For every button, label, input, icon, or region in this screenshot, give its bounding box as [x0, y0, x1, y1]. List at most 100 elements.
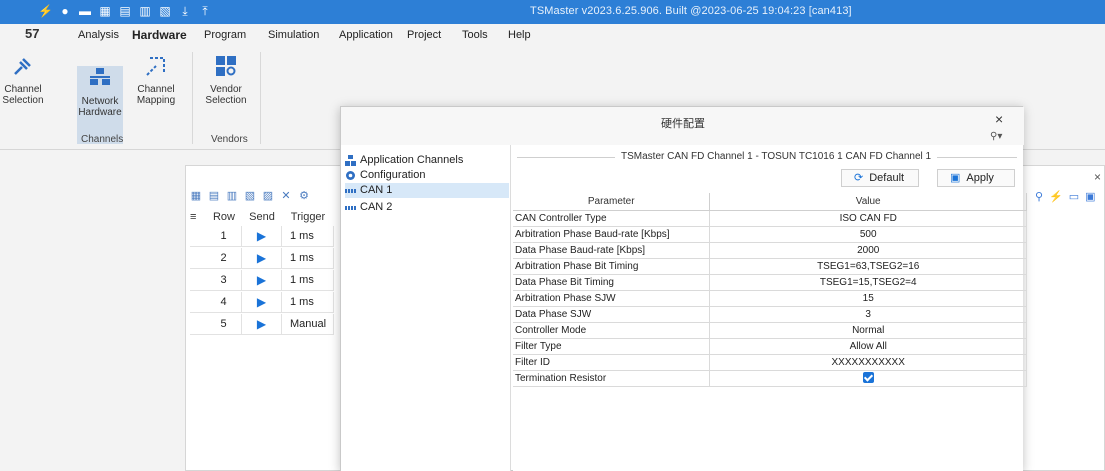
- layout-add-icon[interactable]: ▧: [158, 3, 172, 19]
- channel-config-pane: TSMaster CAN FD Channel 1 - TOSUN TC1016…: [513, 145, 1027, 471]
- param-value[interactable]: Normal: [709, 322, 1027, 339]
- table-row[interactable]: Data Phase Baud-rate [Kbps] 2000: [513, 242, 1027, 259]
- param-value[interactable]: 3: [709, 306, 1027, 323]
- apply-button[interactable]: ▣ Apply: [937, 169, 1015, 187]
- title-bar: ⚡ ● ▬ ▦ ▤ ▥ ▧ ⤓ ⤒ TSMaster v2023.6.25.90…: [0, 0, 1105, 24]
- record-icon[interactable]: ●: [58, 3, 72, 19]
- param-value[interactable]: TSEG1=63,TSEG2=16: [709, 258, 1027, 275]
- app-title: TSMaster v2023.6.25.906. Built @2023-06-…: [530, 5, 852, 17]
- menu-application[interactable]: Application: [339, 29, 393, 41]
- save-icon[interactable]: ▤: [118, 3, 132, 19]
- table-row[interactable]: 4 ▶ 1 ms: [190, 292, 334, 313]
- table-row[interactable]: 1 ▶ 1 ms: [190, 226, 334, 247]
- menu-hardware[interactable]: Hardware: [132, 28, 187, 42]
- table-row[interactable]: Arbitration Phase Bit Timing TSEG1=63,TSE…: [513, 258, 1027, 275]
- search-dropdown-icon[interactable]: ⚲▾: [990, 131, 1002, 142]
- menu-simulation[interactable]: Simulation: [268, 29, 319, 41]
- table-row[interactable]: 5 ▶ Manual: [190, 314, 334, 335]
- list-icon[interactable]: ▤: [208, 190, 220, 202]
- channel-group-title: TSMaster CAN FD Channel 1 - TOSUN TC1016…: [615, 151, 938, 162]
- upload-icon[interactable]: ⤒: [198, 3, 212, 19]
- table-row[interactable]: Termination Resistor: [513, 370, 1027, 387]
- refresh-icon: ⟳: [854, 172, 864, 184]
- app-channels-icon: [345, 155, 356, 166]
- dialog-title: 硬件配置: [661, 118, 705, 130]
- termination-checkbox-cell[interactable]: [709, 370, 1027, 387]
- group-separator: [260, 52, 261, 144]
- send-button[interactable]: ▶: [242, 226, 282, 247]
- export-icon[interactable]: ▨: [262, 190, 274, 202]
- add-icon[interactable]: ▦: [190, 190, 202, 202]
- trigger-cell[interactable]: 1 ms: [282, 226, 334, 247]
- param-value[interactable]: XXXXXXXXXXX: [709, 354, 1027, 371]
- table-row[interactable]: 3 ▶ 1 ms: [190, 270, 334, 291]
- channel-mapping-button[interactable]: Channel Mapping: [133, 54, 179, 106]
- search-icon[interactable]: ⚲: [1035, 190, 1043, 203]
- row-number: 3: [206, 270, 242, 291]
- menu-project[interactable]: Project: [407, 29, 441, 41]
- send-button[interactable]: ▶: [242, 270, 282, 291]
- window-icon[interactable]: ▭: [1069, 190, 1079, 203]
- param-value[interactable]: Allow All: [709, 338, 1027, 355]
- param-name: Data Phase Baud-rate [Kbps]: [513, 242, 711, 259]
- copy-icon[interactable]: ▣: [1085, 190, 1095, 203]
- tree-item-application-channels[interactable]: Application Channels: [345, 153, 463, 168]
- chat-icon[interactable]: ▬: [78, 3, 92, 19]
- row-number: 5: [206, 314, 242, 335]
- tree-item-can-2[interactable]: CAN 2: [345, 200, 392, 215]
- trigger-cell[interactable]: 1 ms: [282, 270, 334, 291]
- trigger-cell[interactable]: 1 ms: [282, 248, 334, 269]
- lightning-icon[interactable]: ⚡: [1049, 190, 1063, 203]
- layout-icon[interactable]: ▥: [138, 3, 152, 19]
- menu-analysis[interactable]: Analysis: [78, 29, 119, 41]
- panel-close-button[interactable]: ×: [1094, 170, 1101, 184]
- vendor-selection-button[interactable]: Vendor Selection: [203, 54, 249, 106]
- menu-program[interactable]: Program: [204, 29, 246, 41]
- trigger-cell[interactable]: 1 ms: [282, 292, 334, 313]
- table-row[interactable]: Data Phase SJW 3: [513, 306, 1027, 323]
- param-value[interactable]: TSEG1=15,TSEG2=4: [709, 274, 1027, 291]
- table-row[interactable]: 2 ▶ 1 ms: [190, 248, 334, 269]
- lightning-icon[interactable]: ⚡: [38, 3, 53, 19]
- table-row[interactable]: Controller Mode Normal: [513, 322, 1027, 339]
- default-button[interactable]: ⟳ Default: [841, 169, 919, 187]
- group-separator: [192, 52, 193, 144]
- paste-icon[interactable]: ▧: [244, 190, 256, 202]
- grid-icon[interactable]: ▦: [98, 3, 112, 19]
- send-button[interactable]: ▶: [242, 314, 282, 335]
- param-value[interactable]: ISO CAN FD: [709, 210, 1027, 227]
- param-value[interactable]: 2000: [709, 242, 1027, 259]
- table-row[interactable]: Arbitration Phase SJW 15: [513, 290, 1027, 307]
- vendor-icon: [216, 56, 236, 76]
- tree-item-configuration[interactable]: Configuration: [345, 168, 425, 183]
- app-logo[interactable]: 57: [25, 26, 39, 41]
- download-icon[interactable]: ⤓: [178, 3, 192, 19]
- delete-icon[interactable]: ✕: [280, 190, 292, 202]
- table-row[interactable]: Filter Type Allow All: [513, 338, 1027, 355]
- dialog-close-button[interactable]: ×: [995, 111, 1003, 127]
- param-name: Data Phase SJW: [513, 306, 711, 323]
- copy-icon[interactable]: ▥: [226, 190, 238, 202]
- network-icon: [90, 68, 110, 85]
- send-button[interactable]: ▶: [242, 292, 282, 313]
- menu-help[interactable]: Help: [508, 29, 531, 41]
- param-value[interactable]: 500: [709, 226, 1027, 243]
- header-trigger: Trigger: [290, 211, 326, 223]
- trigger-cell[interactable]: Manual: [282, 314, 334, 335]
- channel-selection-button[interactable]: Channel Selection: [0, 54, 46, 106]
- header-indicator: ≡: [190, 211, 197, 223]
- menu-tools[interactable]: Tools: [462, 29, 488, 41]
- param-name: CAN Controller Type: [513, 210, 711, 227]
- param-value[interactable]: 15: [709, 290, 1027, 307]
- table-row[interactable]: Data Phase Bit Timing TSEG1=15,TSEG2=4: [513, 274, 1027, 291]
- tree-item-can-1[interactable]: CAN 1: [345, 183, 509, 198]
- table-row[interactable]: CAN Controller Type ISO CAN FD: [513, 210, 1027, 227]
- table-row[interactable]: Arbitration Phase Baud-rate [Kbps] 500: [513, 226, 1027, 243]
- row-number: 1: [206, 226, 242, 247]
- network-hardware-button[interactable]: Network Hardware: [77, 66, 123, 144]
- send-button[interactable]: ▶: [242, 248, 282, 269]
- table-row[interactable]: Filter ID XXXXXXXXXXX: [513, 354, 1027, 371]
- row-number: 4: [206, 292, 242, 313]
- termination-resistor-checkbox[interactable]: [862, 372, 874, 384]
- settings-icon[interactable]: ⚙: [298, 190, 310, 202]
